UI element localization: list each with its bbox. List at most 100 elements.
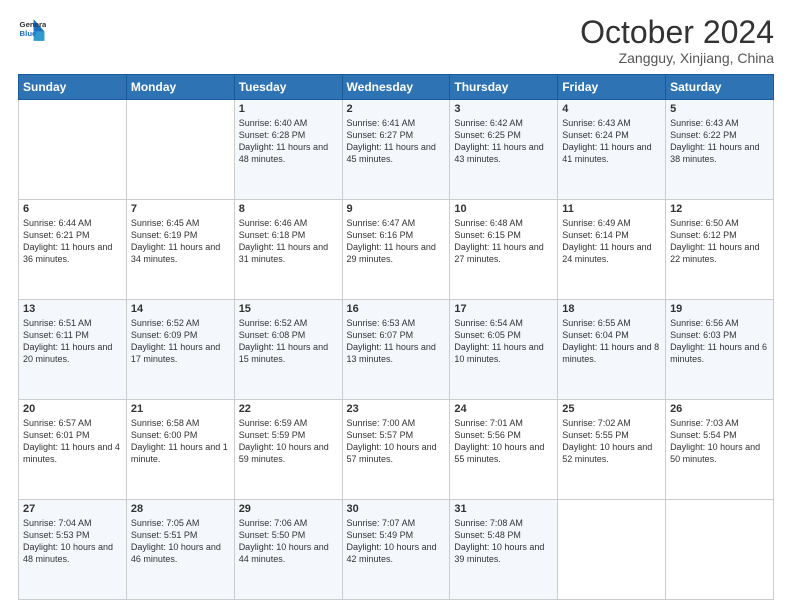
cell-content: Sunrise: 7:01 AM Sunset: 5:56 PM Dayligh… — [454, 417, 553, 466]
day-number: 13 — [23, 303, 122, 315]
cell-content: Sunrise: 6:48 AM Sunset: 6:15 PM Dayligh… — [454, 217, 553, 266]
cell-content: Sunrise: 6:45 AM Sunset: 6:19 PM Dayligh… — [131, 217, 230, 266]
weekday-header-saturday: Saturday — [666, 75, 774, 100]
weekday-header-row: SundayMondayTuesdayWednesdayThursdayFrid… — [19, 75, 774, 100]
cell-content: Sunrise: 6:40 AM Sunset: 6:28 PM Dayligh… — [239, 117, 338, 166]
calendar-cell: 26Sunrise: 7:03 AM Sunset: 5:54 PM Dayli… — [666, 400, 774, 500]
day-number: 10 — [454, 203, 553, 215]
calendar-cell: 24 Sunrise: 7:01 AM Sunset: 5:56 PM Dayli… — [450, 400, 558, 500]
day-number: 20 — [23, 403, 122, 415]
cell-content: Sunrise: 6:44 AM Sunset: 6:21 PM Dayligh… — [23, 217, 122, 266]
day-number: 22 — [239, 403, 338, 415]
svg-text:Blue: Blue — [20, 29, 38, 38]
day-number: 11 — [562, 203, 661, 215]
weekday-header-thursday: Thursday — [450, 75, 558, 100]
day-number: 18 — [562, 303, 661, 315]
cell-content: Sunrise: 7:06 AM Sunset: 5:50 PM Dayligh… — [239, 517, 338, 566]
cell-content: Sunrise: 6:58 AM Sunset: 6:00 PM Dayligh… — [131, 417, 230, 466]
calendar-week-2: 6 Sunrise: 6:44 AM Sunset: 6:21 PM Daylig… — [19, 200, 774, 300]
calendar-cell: 15Sunrise: 6:52 AM Sunset: 6:08 PM Dayli… — [234, 300, 342, 400]
calendar-cell: 6 Sunrise: 6:44 AM Sunset: 6:21 PM Daylig… — [19, 200, 127, 300]
calendar-cell: 2 Sunrise: 6:41 AM Sunset: 6:27 PM Daylig… — [342, 100, 450, 200]
day-number: 26 — [670, 403, 769, 415]
weekday-header-wednesday: Wednesday — [342, 75, 450, 100]
day-number: 9 — [347, 203, 446, 215]
header: General Blue October 2024 Zangguy, Xinji… — [18, 16, 774, 66]
day-number: 21 — [131, 403, 230, 415]
calendar-cell: 29 Sunrise: 7:06 AM Sunset: 5:50 PM Dayli… — [234, 500, 342, 600]
calendar-cell: 1 Sunrise: 6:40 AM Sunset: 6:28 PM Daylig… — [234, 100, 342, 200]
calendar-cell: 16 Sunrise: 6:53 AM Sunset: 6:07 PM Dayli… — [342, 300, 450, 400]
weekday-header-sunday: Sunday — [19, 75, 127, 100]
calendar-week-4: 20 Sunrise: 6:57 AM Sunset: 6:01 PM Dayli… — [19, 400, 774, 500]
calendar-cell: 4 Sunrise: 6:43 AM Sunset: 6:24 PM Daylig… — [558, 100, 666, 200]
cell-content: Sunrise: 6:50 AM Sunset: 6:12 PM Dayligh… — [670, 217, 769, 266]
calendar-cell: 14 Sunrise: 6:52 AM Sunset: 6:09 PM Dayli… — [126, 300, 234, 400]
location: Zangguy, Xinjiang, China — [580, 50, 774, 66]
day-number: 4 — [562, 103, 661, 115]
calendar-cell — [666, 500, 774, 600]
cell-content: Sunrise: 6:41 AM Sunset: 6:27 PM Dayligh… — [347, 117, 446, 166]
cell-content: Sunrise: 6:59 AM Sunset: 5:59 PM Dayligh… — [239, 417, 338, 466]
cell-content: Sunrise: 6:52 AM Sunset: 6:09 PM Dayligh… — [131, 317, 230, 366]
day-number: 29 — [239, 503, 338, 515]
day-number: 17 — [454, 303, 553, 315]
day-number: 2 — [347, 103, 446, 115]
day-number: 24 — [454, 403, 553, 415]
calendar-cell: 12Sunrise: 6:50 AM Sunset: 6:12 PM Dayli… — [666, 200, 774, 300]
calendar-week-3: 13 Sunrise: 6:51 AM Sunset: 6:11 PM Dayli… — [19, 300, 774, 400]
calendar-cell: 19Sunrise: 6:56 AM Sunset: 6:03 PM Dayli… — [666, 300, 774, 400]
page: General Blue October 2024 Zangguy, Xinji… — [0, 0, 792, 612]
cell-content: Sunrise: 6:53 AM Sunset: 6:07 PM Dayligh… — [347, 317, 446, 366]
calendar-cell: 22 Sunrise: 6:59 AM Sunset: 5:59 PM Dayli… — [234, 400, 342, 500]
day-number: 27 — [23, 503, 122, 515]
weekday-header-monday: Monday — [126, 75, 234, 100]
calendar-table: SundayMondayTuesdayWednesdayThursdayFrid… — [18, 74, 774, 600]
day-number: 6 — [23, 203, 122, 215]
calendar-cell: 11 Sunrise: 6:49 AM Sunset: 6:14 PM Dayli… — [558, 200, 666, 300]
calendar-cell — [126, 100, 234, 200]
calendar-cell: 25 Sunrise: 7:02 AM Sunset: 5:55 PM Dayli… — [558, 400, 666, 500]
day-number: 23 — [347, 403, 446, 415]
day-number: 14 — [131, 303, 230, 315]
calendar-week-5: 27Sunrise: 7:04 AM Sunset: 5:53 PM Dayli… — [19, 500, 774, 600]
day-number: 1 — [239, 103, 338, 115]
day-number: 3 — [454, 103, 553, 115]
calendar-cell: 7 Sunrise: 6:45 AM Sunset: 6:19 PM Daylig… — [126, 200, 234, 300]
title-block: October 2024 Zangguy, Xinjiang, China — [580, 16, 774, 66]
cell-content: Sunrise: 6:49 AM Sunset: 6:14 PM Dayligh… — [562, 217, 661, 266]
calendar-cell: 30 Sunrise: 7:07 AM Sunset: 5:49 PM Dayli… — [342, 500, 450, 600]
cell-content: Sunrise: 7:08 AM Sunset: 5:48 PM Dayligh… — [454, 517, 553, 566]
cell-content: Sunrise: 7:07 AM Sunset: 5:49 PM Dayligh… — [347, 517, 446, 566]
calendar-cell: 3 Sunrise: 6:42 AM Sunset: 6:25 PM Daylig… — [450, 100, 558, 200]
day-number: 7 — [131, 203, 230, 215]
calendar-cell: 28Sunrise: 7:05 AM Sunset: 5:51 PM Dayli… — [126, 500, 234, 600]
calendar-cell: 9 Sunrise: 6:47 AM Sunset: 6:16 PM Daylig… — [342, 200, 450, 300]
cell-content: Sunrise: 6:57 AM Sunset: 6:01 PM Dayligh… — [23, 417, 122, 466]
calendar-cell — [558, 500, 666, 600]
cell-content: Sunrise: 6:47 AM Sunset: 6:16 PM Dayligh… — [347, 217, 446, 266]
calendar-cell: 10 Sunrise: 6:48 AM Sunset: 6:15 PM Dayli… — [450, 200, 558, 300]
day-number: 25 — [562, 403, 661, 415]
day-number: 19 — [670, 303, 769, 315]
calendar-cell: 13 Sunrise: 6:51 AM Sunset: 6:11 PM Dayli… — [19, 300, 127, 400]
cell-content: Sunrise: 6:42 AM Sunset: 6:25 PM Dayligh… — [454, 117, 553, 166]
day-number: 16 — [347, 303, 446, 315]
weekday-header-tuesday: Tuesday — [234, 75, 342, 100]
cell-content: Sunrise: 6:51 AM Sunset: 6:11 PM Dayligh… — [23, 317, 122, 366]
month-title: October 2024 — [580, 16, 774, 48]
day-number: 15 — [239, 303, 338, 315]
day-number: 5 — [670, 103, 769, 115]
day-number: 30 — [347, 503, 446, 515]
cell-content: Sunrise: 7:05 AM Sunset: 5:51 PM Dayligh… — [131, 517, 230, 566]
calendar-cell: 23 Sunrise: 7:00 AM Sunset: 5:57 PM Dayli… — [342, 400, 450, 500]
calendar-cell: 27Sunrise: 7:04 AM Sunset: 5:53 PM Dayli… — [19, 500, 127, 600]
calendar-week-1: 1 Sunrise: 6:40 AM Sunset: 6:28 PM Daylig… — [19, 100, 774, 200]
cell-content: Sunrise: 7:00 AM Sunset: 5:57 PM Dayligh… — [347, 417, 446, 466]
cell-content: Sunrise: 7:02 AM Sunset: 5:55 PM Dayligh… — [562, 417, 661, 466]
day-number: 31 — [454, 503, 553, 515]
calendar-cell: 20 Sunrise: 6:57 AM Sunset: 6:01 PM Dayli… — [19, 400, 127, 500]
calendar-cell: 5Sunrise: 6:43 AM Sunset: 6:22 PM Daylig… — [666, 100, 774, 200]
svg-text:General: General — [20, 20, 46, 29]
cell-content: Sunrise: 6:43 AM Sunset: 6:24 PM Dayligh… — [562, 117, 661, 166]
